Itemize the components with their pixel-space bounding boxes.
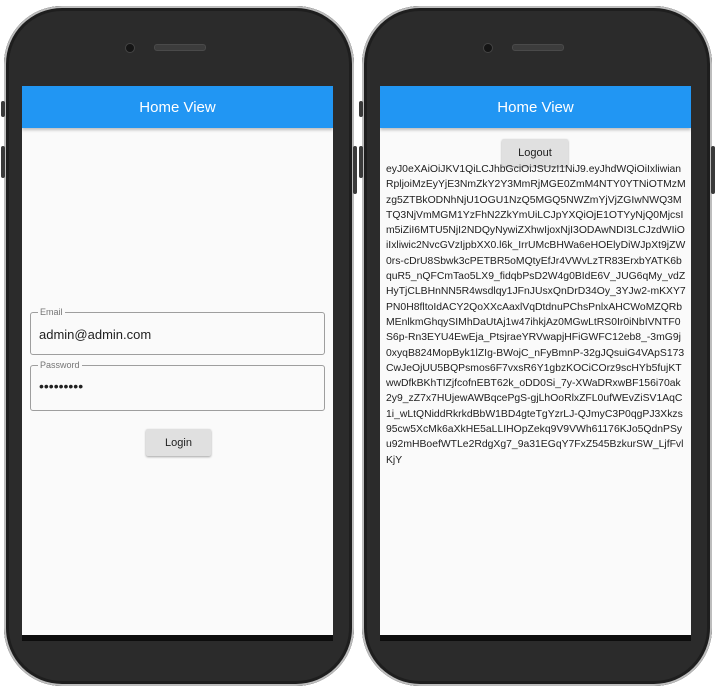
login-screen: Home View Email Password Login <box>22 86 333 635</box>
password-input[interactable] <box>39 378 309 394</box>
volume-up-button <box>1 146 5 178</box>
phone-frame-left: Home View Email Password Login <box>1 6 357 686</box>
email-field[interactable]: Email <box>30 307 325 355</box>
email-input[interactable] <box>39 327 309 342</box>
password-label: Password <box>38 360 82 371</box>
app-bar-title: Home View <box>497 98 574 116</box>
login-button[interactable]: Login <box>146 429 211 456</box>
screen-bottom-bar <box>22 635 333 641</box>
earpiece-speaker <box>154 44 206 51</box>
front-camera <box>483 43 493 53</box>
screen-bottom-bar <box>380 635 691 641</box>
earpiece-speaker <box>512 44 564 51</box>
app-bar-title: Home View <box>139 98 216 116</box>
power-button <box>711 146 715 194</box>
access-token-text: eyJ0eXAiOiJKV1QiLCJhbGciOiJSUzI1NiJ9.eyJ… <box>386 164 686 466</box>
password-field[interactable]: Password <box>30 360 325 411</box>
phone-frame-right: Home View Logout eyJ0eXAiOiJKV1QiLCJhbGc… <box>359 6 715 686</box>
app-bar: Home View <box>380 86 691 128</box>
volume-up-button <box>359 146 363 178</box>
mute-switch <box>1 101 5 117</box>
home-screen: Home View Logout eyJ0eXAiOiJKV1QiLCJhbGc… <box>380 86 691 635</box>
app-bar: Home View <box>22 86 333 128</box>
mute-switch <box>359 101 363 117</box>
front-camera <box>125 43 135 53</box>
power-button <box>353 146 357 194</box>
email-label: Email <box>38 307 65 318</box>
